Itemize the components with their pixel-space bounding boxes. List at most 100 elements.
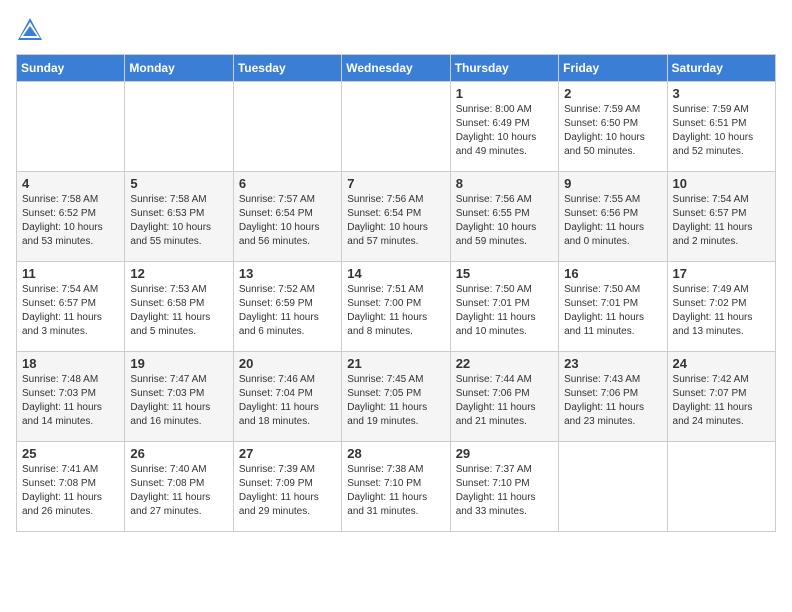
- day-number: 27: [239, 446, 336, 461]
- calendar-cell: 4Sunrise: 7:58 AM Sunset: 6:52 PM Daylig…: [17, 172, 125, 262]
- calendar-cell: [667, 442, 775, 532]
- calendar-week-row: 1 Sunrise: 8:00 AM Sunset: 6:49 PM Daylig…: [17, 82, 776, 172]
- page-header: [16, 16, 776, 44]
- day-info: Sunrise: 7:56 AM Sunset: 6:55 PM Dayligh…: [456, 193, 553, 249]
- calendar-cell: 17 Sunrise: 7:49 AM Sunset: 7:02 PM Dayli…: [667, 262, 775, 352]
- calendar-cell: [125, 82, 233, 172]
- day-info: Sunrise: 7:59 AM Sunset: 6:50 PM Dayligh…: [564, 103, 661, 159]
- calendar-week-row: 4Sunrise: 7:58 AM Sunset: 6:52 PM Daylig…: [17, 172, 776, 262]
- calendar-cell: 5 Sunrise: 7:58 AM Sunset: 6:53 PM Daylig…: [125, 172, 233, 262]
- calendar-body: 1 Sunrise: 8:00 AM Sunset: 6:49 PM Daylig…: [17, 82, 776, 532]
- day-info: Sunrise: 7:51 AM Sunset: 7:00 PM Dayligh…: [347, 283, 444, 339]
- calendar-table: SundayMondayTuesdayWednesdayThursdayFrid…: [16, 54, 776, 532]
- day-info: Sunrise: 7:48 AM Sunset: 7:03 PM Dayligh…: [22, 373, 119, 429]
- day-number: 10: [673, 176, 770, 191]
- day-number: 1: [456, 86, 553, 101]
- calendar-cell: [17, 82, 125, 172]
- day-header-tuesday: Tuesday: [233, 55, 341, 82]
- day-number: 9: [564, 176, 661, 191]
- day-number: 21: [347, 356, 444, 371]
- day-info: Sunrise: 7:53 AM Sunset: 6:58 PM Dayligh…: [130, 283, 227, 339]
- day-info: Sunrise: 7:37 AM Sunset: 7:10 PM Dayligh…: [456, 463, 553, 519]
- day-number: 24: [673, 356, 770, 371]
- calendar-cell: 14 Sunrise: 7:51 AM Sunset: 7:00 PM Dayli…: [342, 262, 450, 352]
- day-info: Sunrise: 7:44 AM Sunset: 7:06 PM Dayligh…: [456, 373, 553, 429]
- day-info: Sunrise: 7:38 AM Sunset: 7:10 PM Dayligh…: [347, 463, 444, 519]
- day-info: Sunrise: 7:59 AM Sunset: 6:51 PM Dayligh…: [673, 103, 770, 159]
- day-info: Sunrise: 7:58 AM Sunset: 6:53 PM Dayligh…: [130, 193, 227, 249]
- day-number: 19: [130, 356, 227, 371]
- day-info: Sunrise: 7:47 AM Sunset: 7:03 PM Dayligh…: [130, 373, 227, 429]
- day-info: Sunrise: 7:50 AM Sunset: 7:01 PM Dayligh…: [564, 283, 661, 339]
- calendar-cell: 18 Sunrise: 7:48 AM Sunset: 7:03 PM Dayli…: [17, 352, 125, 442]
- day-number: 26: [130, 446, 227, 461]
- logo: [16, 16, 48, 44]
- day-number: 20: [239, 356, 336, 371]
- calendar-cell: 25 Sunrise: 7:41 AM Sunset: 7:08 PM Dayli…: [17, 442, 125, 532]
- day-header-friday: Friday: [559, 55, 667, 82]
- calendar-week-row: 11 Sunrise: 7:54 AM Sunset: 6:57 PM Dayli…: [17, 262, 776, 352]
- calendar-cell: 3 Sunrise: 7:59 AM Sunset: 6:51 PM Daylig…: [667, 82, 775, 172]
- calendar-cell: 27 Sunrise: 7:39 AM Sunset: 7:09 PM Dayli…: [233, 442, 341, 532]
- calendar-week-row: 25 Sunrise: 7:41 AM Sunset: 7:08 PM Dayli…: [17, 442, 776, 532]
- calendar-cell: 1 Sunrise: 8:00 AM Sunset: 6:49 PM Daylig…: [450, 82, 558, 172]
- day-info: Sunrise: 8:00 AM Sunset: 6:49 PM Dayligh…: [456, 103, 553, 159]
- day-header-saturday: Saturday: [667, 55, 775, 82]
- calendar-cell: 7Sunrise: 7:56 AM Sunset: 6:54 PM Daylig…: [342, 172, 450, 262]
- calendar-cell: 8 Sunrise: 7:56 AM Sunset: 6:55 PM Daylig…: [450, 172, 558, 262]
- day-info: Sunrise: 7:54 AM Sunset: 6:57 PM Dayligh…: [673, 193, 770, 249]
- day-number: 11: [22, 266, 119, 281]
- calendar-cell: 26 Sunrise: 7:40 AM Sunset: 7:08 PM Dayli…: [125, 442, 233, 532]
- day-info: Sunrise: 7:46 AM Sunset: 7:04 PM Dayligh…: [239, 373, 336, 429]
- day-number: 14: [347, 266, 444, 281]
- calendar-cell: 9 Sunrise: 7:55 AM Sunset: 6:56 PM Daylig…: [559, 172, 667, 262]
- day-number: 29: [456, 446, 553, 461]
- calendar-cell: 19 Sunrise: 7:47 AM Sunset: 7:03 PM Dayli…: [125, 352, 233, 442]
- calendar-cell: 6Sunrise: 7:57 AM Sunset: 6:54 PM Daylig…: [233, 172, 341, 262]
- day-info: Sunrise: 7:43 AM Sunset: 7:06 PM Dayligh…: [564, 373, 661, 429]
- calendar-cell: [342, 82, 450, 172]
- calendar-cell: 20 Sunrise: 7:46 AM Sunset: 7:04 PM Dayli…: [233, 352, 341, 442]
- day-info: Sunrise: 7:42 AM Sunset: 7:07 PM Dayligh…: [673, 373, 770, 429]
- day-number: 16: [564, 266, 661, 281]
- day-number: 28: [347, 446, 444, 461]
- calendar-cell: 15Sunrise: 7:50 AM Sunset: 7:01 PM Dayli…: [450, 262, 558, 352]
- day-number: 13: [239, 266, 336, 281]
- day-info: Sunrise: 7:39 AM Sunset: 7:09 PM Dayligh…: [239, 463, 336, 519]
- calendar-cell: [233, 82, 341, 172]
- calendar-cell: 12 Sunrise: 7:53 AM Sunset: 6:58 PM Dayli…: [125, 262, 233, 352]
- day-number: 18: [22, 356, 119, 371]
- day-number: 25: [22, 446, 119, 461]
- day-info: Sunrise: 7:49 AM Sunset: 7:02 PM Dayligh…: [673, 283, 770, 339]
- calendar-cell: 29 Sunrise: 7:37 AM Sunset: 7:10 PM Dayli…: [450, 442, 558, 532]
- day-number: 3: [673, 86, 770, 101]
- day-header-sunday: Sunday: [17, 55, 125, 82]
- calendar-cell: 24 Sunrise: 7:42 AM Sunset: 7:07 PM Dayli…: [667, 352, 775, 442]
- day-info: Sunrise: 7:41 AM Sunset: 7:08 PM Dayligh…: [22, 463, 119, 519]
- day-info: Sunrise: 7:54 AM Sunset: 6:57 PM Dayligh…: [22, 283, 119, 339]
- day-number: 17: [673, 266, 770, 281]
- calendar-cell: 16 Sunrise: 7:50 AM Sunset: 7:01 PM Dayli…: [559, 262, 667, 352]
- day-header-thursday: Thursday: [450, 55, 558, 82]
- calendar-cell: 10 Sunrise: 7:54 AM Sunset: 6:57 PM Dayli…: [667, 172, 775, 262]
- calendar-cell: 11 Sunrise: 7:54 AM Sunset: 6:57 PM Dayli…: [17, 262, 125, 352]
- day-number: 15: [456, 266, 553, 281]
- day-number: 2: [564, 86, 661, 101]
- day-number: 4: [22, 176, 119, 191]
- calendar-week-row: 18 Sunrise: 7:48 AM Sunset: 7:03 PM Dayli…: [17, 352, 776, 442]
- calendar-header: SundayMondayTuesdayWednesdayThursdayFrid…: [17, 55, 776, 82]
- day-info: Sunrise: 7:52 AM Sunset: 6:59 PM Dayligh…: [239, 283, 336, 339]
- calendar-cell: 2 Sunrise: 7:59 AM Sunset: 6:50 PM Daylig…: [559, 82, 667, 172]
- calendar-cell: 23Sunrise: 7:43 AM Sunset: 7:06 PM Dayli…: [559, 352, 667, 442]
- day-info: Sunrise: 7:55 AM Sunset: 6:56 PM Dayligh…: [564, 193, 661, 249]
- day-info: Sunrise: 7:45 AM Sunset: 7:05 PM Dayligh…: [347, 373, 444, 429]
- day-number: 12: [130, 266, 227, 281]
- day-number: 5: [130, 176, 227, 191]
- day-info: Sunrise: 7:40 AM Sunset: 7:08 PM Dayligh…: [130, 463, 227, 519]
- calendar-cell: 13 Sunrise: 7:52 AM Sunset: 6:59 PM Dayli…: [233, 262, 341, 352]
- day-header-wednesday: Wednesday: [342, 55, 450, 82]
- logo-icon: [16, 16, 44, 44]
- day-number: 8: [456, 176, 553, 191]
- day-number: 22: [456, 356, 553, 371]
- day-number: 7: [347, 176, 444, 191]
